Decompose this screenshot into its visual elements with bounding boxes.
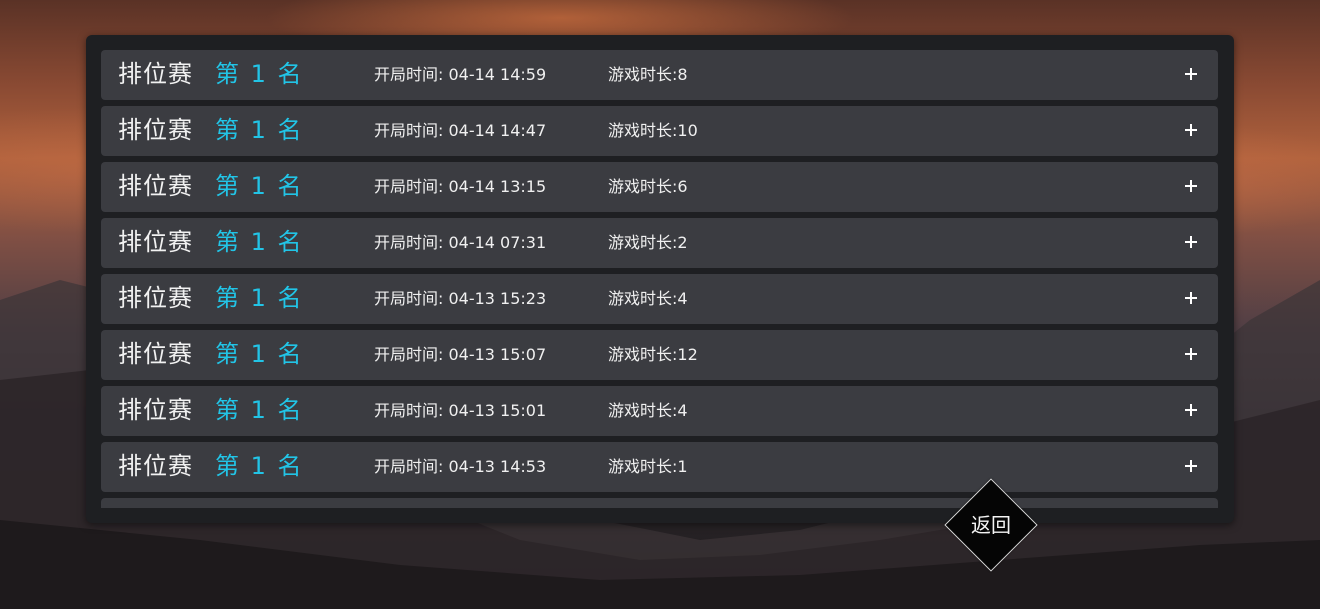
match-start-time: 开局时间: 04-14 13:15	[374, 177, 547, 196]
match-mode: 排位赛	[118, 396, 193, 424]
match-row[interactable]: 排位赛 第 1 名 开局时间: 04-14 07:31 游戏时长:2	[101, 218, 1218, 268]
match-rank: 第 1 名	[215, 172, 304, 200]
match-duration: 游戏时长:2	[608, 233, 688, 252]
match-start-time: 开局时间: 04-14 14:59	[374, 65, 547, 84]
match-history-panel: 排位赛 第 1 名 开局时间: 04-14 14:59 游戏时长:8 排位赛 第…	[86, 35, 1234, 523]
plus-icon[interactable]	[1178, 453, 1204, 479]
match-start-time: 开局时间: 04-13 15:01	[374, 401, 547, 420]
match-start-time: 开局时间: 04-14 14:47	[374, 121, 547, 140]
match-duration: 游戏时长:4	[608, 289, 688, 308]
match-mode: 排位赛	[118, 172, 193, 200]
plus-icon[interactable]	[1178, 229, 1204, 255]
match-row[interactable]: 排位赛 第 1 名 开局时间: 04-14 14:59 游戏时长:8	[101, 50, 1218, 100]
match-rank: 第 1 名	[215, 452, 304, 480]
back-button[interactable]: 返回	[944, 478, 1038, 572]
plus-icon[interactable]	[1178, 397, 1204, 423]
match-rank: 第 1 名	[215, 116, 304, 144]
plus-icon[interactable]	[1178, 173, 1204, 199]
match-rank: 第 1 名	[215, 60, 304, 88]
match-row[interactable]: 排位赛 第 1 名 开局时间: 04-14 14:47 游戏时长:10	[101, 106, 1218, 156]
match-duration: 游戏时长:12	[608, 345, 698, 364]
match-row[interactable]: 排位赛 第 1 名 开局时间: 04-14 13:15 游戏时长:6	[101, 162, 1218, 212]
plus-icon[interactable]	[1178, 61, 1204, 87]
plus-icon[interactable]	[1178, 341, 1204, 367]
match-start-time: 开局时间: 04-14 07:31	[374, 233, 547, 252]
match-row[interactable]: 排位赛 第 1 名 开局时间: 04-13 15:07 游戏时长:12	[101, 330, 1218, 380]
match-rank: 第 1 名	[215, 340, 304, 368]
match-history-list[interactable]: 排位赛 第 1 名 开局时间: 04-14 14:59 游戏时长:8 排位赛 第…	[101, 50, 1218, 508]
match-start-time: 开局时间: 04-13 14:53	[374, 457, 547, 476]
match-start-time: 开局时间: 04-13 15:23	[374, 289, 547, 308]
match-rank: 第 1 名	[215, 396, 304, 424]
match-mode: 排位赛	[118, 284, 193, 312]
match-row[interactable]: 排位赛 第 1 名 开局时间: 04-13 14:53 游戏时长:1	[101, 442, 1218, 492]
match-start-time: 开局时间: 04-13 15:07	[374, 345, 547, 364]
match-mode: 排位赛	[118, 60, 193, 88]
match-rank: 第 1 名	[215, 284, 304, 312]
match-mode: 排位赛	[118, 228, 193, 256]
match-row-partial[interactable]	[101, 498, 1218, 508]
match-duration: 游戏时长:10	[608, 121, 698, 140]
match-duration: 游戏时长:4	[608, 401, 688, 420]
match-duration: 游戏时长:1	[608, 457, 688, 476]
plus-icon[interactable]	[1178, 117, 1204, 143]
match-mode: 排位赛	[118, 116, 193, 144]
match-row[interactable]: 排位赛 第 1 名 开局时间: 04-13 15:01 游戏时长:4	[101, 386, 1218, 436]
match-rank: 第 1 名	[215, 228, 304, 256]
match-duration: 游戏时长:6	[608, 177, 688, 196]
match-mode: 排位赛	[118, 452, 193, 480]
match-duration: 游戏时长:8	[608, 65, 688, 84]
back-button-label: 返回	[971, 513, 1011, 537]
match-row[interactable]: 排位赛 第 1 名 开局时间: 04-13 15:23 游戏时长:4	[101, 274, 1218, 324]
plus-icon[interactable]	[1178, 285, 1204, 311]
match-mode: 排位赛	[118, 340, 193, 368]
